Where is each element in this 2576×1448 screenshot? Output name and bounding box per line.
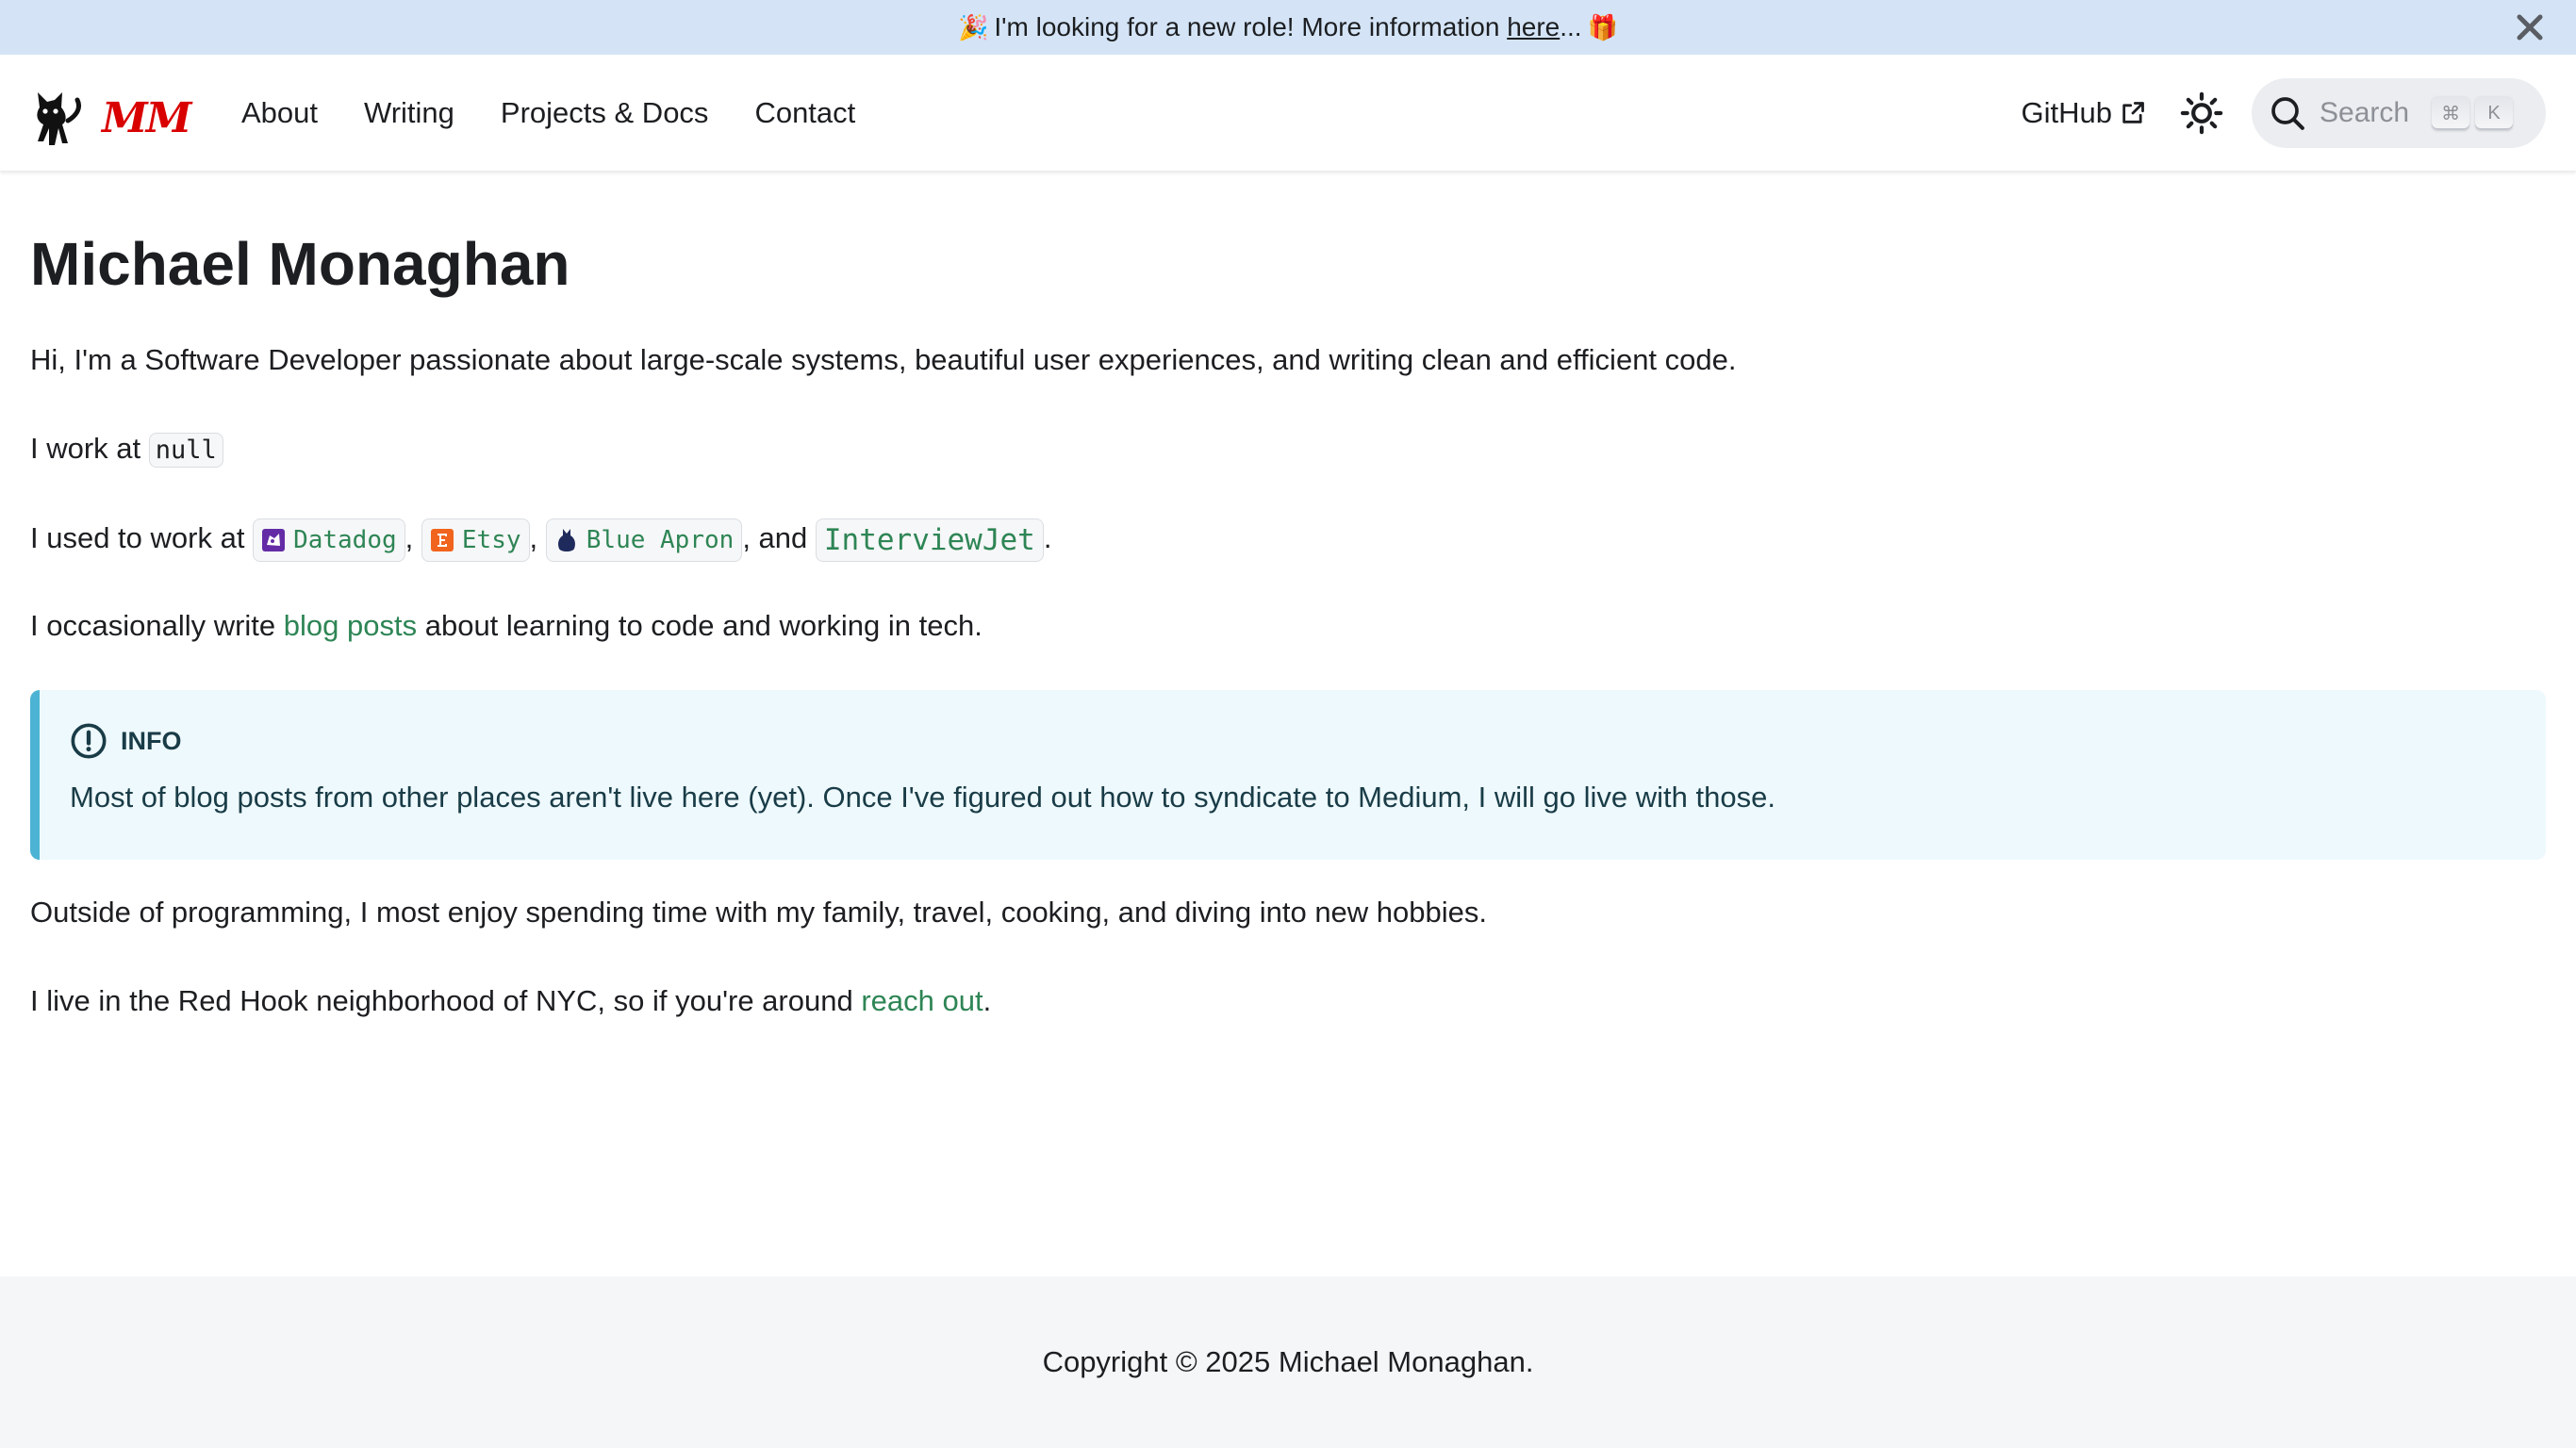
gift-icon: 🎁 xyxy=(1587,12,1618,41)
hobbies-paragraph: Outside of programming, I most enjoy spe… xyxy=(30,896,1488,929)
brand-logo-link[interactable]: MM xyxy=(30,87,191,149)
company-link-blue-apron[interactable]: Blue Apron xyxy=(545,518,743,562)
etsy-logo-icon xyxy=(430,527,454,553)
external-link-icon xyxy=(2122,102,2144,123)
search-button[interactable]: Search ⌘ K xyxy=(2252,78,2546,148)
footer-copyright: Copyright © 2025 Michael Monaghan. xyxy=(1042,1345,1534,1378)
separator-period: . xyxy=(1043,521,1052,555)
footer: Copyright © 2025 Michael Monaghan. xyxy=(0,1276,2576,1448)
datadog-logo-icon xyxy=(261,527,286,553)
search-placeholder: Search xyxy=(2320,97,2410,128)
sun-icon xyxy=(2180,91,2223,135)
past-work-paragraph: I used to work at Datadog , Etsy , Blue … xyxy=(30,518,1051,562)
location-suffix: . xyxy=(983,984,992,1017)
info-admonition-body: Most of blog posts from other places are… xyxy=(70,781,1775,814)
separator-and: , and xyxy=(742,521,816,555)
party-popper-icon: 🎉 xyxy=(958,12,989,41)
nav-links: About Writing Projects & Docs Contact xyxy=(241,55,901,172)
announcement-bar: 🎉 I'm looking for a new role! More infor… xyxy=(0,0,2576,55)
github-link[interactable]: GitHub xyxy=(2022,96,2146,130)
brand-monogram: MM xyxy=(102,93,191,142)
past-work-prefix: I used to work at xyxy=(30,521,254,555)
company-link-interviewjet[interactable]: InterviewJet xyxy=(815,518,1044,562)
announcement-ellipsis: ... xyxy=(1560,12,1582,41)
company-link-datadog[interactable]: Datadog xyxy=(253,518,405,562)
github-label: GitHub xyxy=(2021,96,2112,129)
separator-comma-1: , xyxy=(405,521,414,555)
search-icon xyxy=(2271,97,2304,130)
info-admonition-title: INFO xyxy=(121,726,182,755)
search-shortcut: ⌘ K xyxy=(2432,96,2518,130)
location-paragraph: I live in the Red Hook neighborhood of N… xyxy=(30,982,991,1020)
company-link-etsy[interactable]: Etsy xyxy=(421,518,530,562)
blog-posts-link[interactable]: blog posts xyxy=(284,609,417,642)
nav-right: GitHub Search ⌘ K xyxy=(2022,55,2546,172)
nav-link-writing[interactable]: Writing xyxy=(364,96,454,130)
current-work-paragraph: I work at null xyxy=(30,430,223,469)
intro-paragraph: Hi, I'm a Software Developer passionate … xyxy=(30,343,1737,376)
nav-link-contact[interactable]: Contact xyxy=(754,96,855,130)
k-key: K xyxy=(2475,96,2514,130)
nav-link-about[interactable]: About xyxy=(241,96,318,130)
nav-link-projects-docs[interactable]: Projects & Docs xyxy=(501,96,709,130)
close-icon xyxy=(2517,14,2543,41)
current-work-prefix: I work at xyxy=(30,432,149,465)
current-employer-code: null xyxy=(148,433,223,468)
blog-prefix: I occasionally write xyxy=(30,609,284,642)
close-announcement-button[interactable] xyxy=(2510,8,2550,47)
page-title: Michael Monaghan xyxy=(30,230,570,298)
info-icon xyxy=(71,723,107,759)
blue-apron-logo-icon xyxy=(554,527,579,553)
company-name-datadog: Datadog xyxy=(293,526,397,554)
reach-out-link[interactable]: reach out xyxy=(861,984,983,1017)
theme-toggle-button[interactable] xyxy=(2176,88,2227,139)
blog-paragraph: I occasionally write blog posts about le… xyxy=(30,607,983,645)
navbar: MM About Writing Projects & Docs Contact… xyxy=(0,55,2576,172)
announcement-text: I'm looking for a new role! More informa… xyxy=(994,12,1508,41)
separator-comma-2: , xyxy=(529,521,538,555)
info-admonition: INFO Most of blog posts from other place… xyxy=(30,690,2546,860)
black-cat-logo-icon xyxy=(37,92,82,145)
command-key: ⌘ xyxy=(2432,96,2470,130)
info-admonition-heading: INFO xyxy=(70,722,2546,760)
company-name-etsy: Etsy xyxy=(461,526,521,554)
location-prefix: I live in the Red Hook neighborhood of N… xyxy=(30,984,862,1017)
company-name-blue-apron: Blue Apron xyxy=(586,526,735,554)
announcement-link[interactable]: here xyxy=(1507,12,1560,42)
blog-suffix: about learning to code and working in te… xyxy=(417,609,983,642)
